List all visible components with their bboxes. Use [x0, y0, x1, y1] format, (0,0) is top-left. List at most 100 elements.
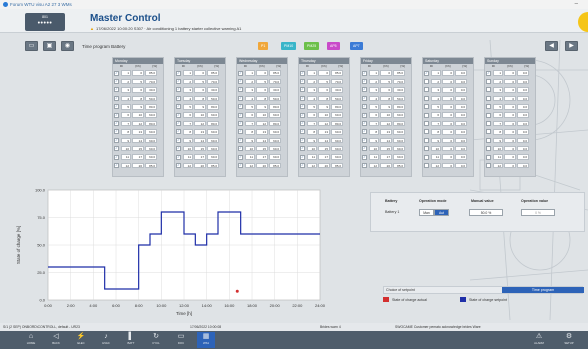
row-enable-checkbox[interactable]: ✓: [486, 70, 491, 76]
row-enable-checkbox[interactable]: ✓: [300, 154, 305, 160]
row-percent-input[interactable]: 60.0: [331, 154, 343, 160]
row-percent-input[interactable]: 0.0: [517, 104, 529, 110]
row-percent-input[interactable]: 60.0: [331, 112, 343, 118]
row-enable-checkbox[interactable]: ✓: [176, 95, 181, 101]
row-hour-input[interactable]: 8: [132, 95, 144, 102]
row-hour-input[interactable]: 6: [256, 87, 268, 93]
row-percent-input[interactable]: 30.0: [393, 87, 405, 93]
row-hour-input[interactable]: 0: [442, 137, 454, 144]
row-hour-input[interactable]: 6: [132, 87, 144, 93]
row-enable-checkbox[interactable]: ✓: [114, 154, 119, 160]
program-tab-3[interactable]: AP5: [327, 42, 340, 50]
row-hour-input[interactable]: 8: [194, 95, 206, 102]
row-hour-input[interactable]: 15: [194, 145, 206, 152]
row-enable-checkbox[interactable]: ✓: [300, 146, 305, 152]
row-enable-checkbox[interactable]: ✓: [362, 146, 367, 152]
row-percent-input[interactable]: 0.0: [517, 70, 529, 76]
row-hour-input[interactable]: 0: [504, 95, 516, 102]
row-percent-input[interactable]: 0.0: [517, 154, 529, 160]
row-hour-input[interactable]: 6: [194, 87, 206, 93]
row-hour-input[interactable]: 20: [194, 162, 206, 169]
row-enable-checkbox[interactable]: ✓: [300, 162, 305, 168]
row-percent-input[interactable]: 60.0: [269, 154, 281, 160]
row-enable-checkbox[interactable]: ✓: [176, 137, 181, 143]
row-percent-input[interactable]: 50.0: [393, 95, 405, 102]
row-percent-input[interactable]: 50.0: [207, 95, 219, 102]
row-enable-checkbox[interactable]: ✓: [362, 79, 367, 85]
row-percent-input[interactable]: 70.0: [145, 78, 157, 85]
row-hour-input[interactable]: 0: [504, 120, 516, 127]
row-hour-input[interactable]: 0: [442, 162, 454, 169]
row-hour-input[interactable]: 20: [256, 162, 268, 169]
row-percent-input[interactable]: 0.0: [517, 112, 529, 118]
mode-auto-button[interactable]: Aut: [434, 209, 449, 216]
row-percent-input[interactable]: 70.0: [207, 78, 219, 85]
row-enable-checkbox[interactable]: [424, 154, 429, 160]
row-hour-input[interactable]: 5: [256, 78, 268, 85]
row-hour-input[interactable]: 20: [132, 162, 144, 169]
row-enable-checkbox[interactable]: ✓: [362, 137, 367, 143]
taskbar-back-button[interactable]: ◁ BACK: [47, 332, 65, 348]
row-hour-input[interactable]: 17: [194, 154, 206, 160]
row-enable-checkbox[interactable]: ✓: [362, 121, 367, 127]
row-enable-checkbox[interactable]: ✓: [114, 129, 119, 135]
row-hour-input[interactable]: 8: [318, 95, 330, 102]
row-hour-input[interactable]: 13: [380, 129, 392, 135]
row-enable-checkbox[interactable]: [486, 104, 491, 110]
taskbar-elec-button[interactable]: ⚡ ELEC: [72, 332, 90, 348]
row-percent-input[interactable]: 85.0: [331, 162, 343, 169]
row-percent-input[interactable]: 0.0: [455, 112, 467, 118]
row-percent-input[interactable]: 60.0: [393, 154, 405, 160]
row-enable-checkbox[interactable]: [486, 95, 491, 101]
row-percent-input[interactable]: 0.0: [517, 129, 529, 135]
logo[interactable]: 801 •••••: [25, 13, 65, 31]
row-hour-input[interactable]: 13: [318, 129, 330, 135]
row-hour-input[interactable]: 6: [318, 87, 330, 93]
row-percent-input[interactable]: 0.0: [455, 145, 467, 152]
row-hour-input[interactable]: 0: [318, 70, 330, 76]
row-enable-checkbox[interactable]: [486, 162, 491, 168]
row-enable-checkbox[interactable]: ✓: [238, 70, 243, 76]
row-enable-checkbox[interactable]: [486, 121, 491, 127]
row-enable-checkbox[interactable]: [424, 137, 429, 143]
row-enable-checkbox[interactable]: ✓: [114, 146, 119, 152]
row-hour-input[interactable]: 0: [504, 78, 516, 85]
row-hour-input[interactable]: 20: [318, 162, 330, 169]
row-percent-input[interactable]: 30.0: [269, 87, 281, 93]
row-hour-input[interactable]: 12: [194, 120, 206, 127]
row-hour-input[interactable]: 13: [194, 129, 206, 135]
row-enable-checkbox[interactable]: ✓: [238, 104, 243, 110]
alarm-line[interactable]: ▲ 17/06/2022 10:00:20 S307 · Air conditio…: [90, 26, 241, 31]
row-enable-checkbox[interactable]: [486, 129, 491, 135]
row-percent-input[interactable]: 85.0: [331, 70, 343, 76]
row-enable-checkbox[interactable]: ✓: [114, 70, 119, 76]
row-percent-input[interactable]: 50.0: [269, 95, 281, 102]
row-hour-input[interactable]: 0: [442, 145, 454, 152]
row-hour-input[interactable]: 10: [132, 112, 144, 118]
taskbar-home-button[interactable]: ⌂ HOME: [22, 332, 40, 348]
row-percent-input[interactable]: 60.0: [393, 145, 405, 152]
row-percent-input[interactable]: 85.0: [207, 162, 219, 169]
mode-manual-button[interactable]: Man: [419, 209, 434, 216]
print-button[interactable]: ▭: [25, 41, 38, 51]
row-hour-input[interactable]: 0: [504, 162, 516, 169]
row-hour-input[interactable]: 5: [318, 78, 330, 85]
row-hour-input[interactable]: 14: [256, 137, 268, 144]
row-hour-input[interactable]: 5: [132, 78, 144, 85]
minimize-icon[interactable]: –: [575, 1, 578, 7]
row-percent-input[interactable]: 0.0: [455, 154, 467, 160]
row-enable-checkbox[interactable]: ✓: [176, 104, 181, 110]
row-percent-input[interactable]: 60.0: [269, 145, 281, 152]
row-enable-checkbox[interactable]: [486, 137, 491, 143]
row-percent-input[interactable]: 85.0: [269, 70, 281, 76]
row-enable-checkbox[interactable]: ✓: [300, 112, 305, 118]
row-percent-input[interactable]: 80.0: [269, 120, 281, 127]
row-enable-checkbox[interactable]: ✓: [114, 104, 119, 110]
row-enable-checkbox[interactable]: ✓: [362, 95, 367, 101]
row-enable-checkbox[interactable]: ✓: [238, 154, 243, 160]
row-hour-input[interactable]: 0: [442, 78, 454, 85]
row-enable-checkbox[interactable]: ✓: [176, 112, 181, 118]
row-hour-input[interactable]: 0: [504, 87, 516, 93]
row-enable-checkbox[interactable]: ✓: [114, 95, 119, 101]
row-hour-input[interactable]: 0: [256, 70, 268, 76]
